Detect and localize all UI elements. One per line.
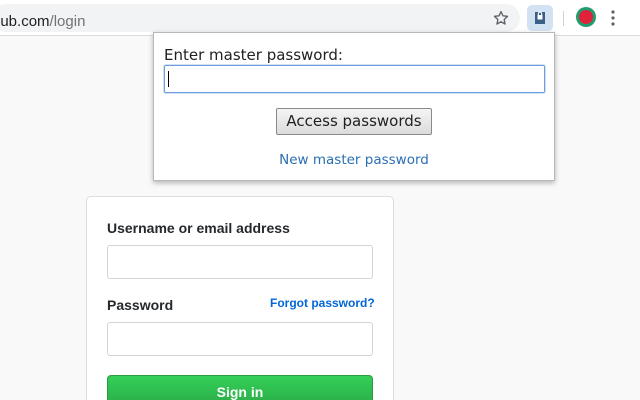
- browser-toolbar: hub.com/login: [0, 0, 640, 36]
- forgot-password-link[interactable]: Forgot password?: [270, 295, 375, 311]
- toolbar-divider: [563, 11, 564, 26]
- login-form-card: Username or email address Password Forgo…: [86, 196, 394, 400]
- access-passwords-button[interactable]: Access passwords: [276, 108, 432, 135]
- password-input[interactable]: [107, 322, 373, 356]
- new-master-password-link[interactable]: New master password: [154, 152, 554, 168]
- address-bar[interactable]: hub.com/login: [0, 4, 520, 32]
- popup-title: Enter master password:: [164, 46, 343, 64]
- username-input[interactable]: [107, 245, 373, 279]
- password-extension-button[interactable]: [527, 5, 553, 31]
- master-password-popup: Enter master password: Access passwords …: [153, 32, 555, 181]
- text-caret: [168, 71, 169, 87]
- lock-extension-icon: [533, 10, 547, 26]
- profile-avatar-icon[interactable]: [575, 6, 597, 28]
- master-password-input[interactable]: [164, 65, 545, 93]
- star-icon[interactable]: [492, 9, 510, 27]
- kebab-menu-icon[interactable]: [610, 9, 616, 27]
- username-label: Username or email address: [107, 220, 290, 236]
- password-label: Password: [107, 297, 174, 313]
- url-text[interactable]: hub.com/login: [0, 13, 85, 31]
- url-host: hub.com: [0, 13, 50, 30]
- sign-in-button[interactable]: Sign in: [107, 375, 373, 400]
- url-path: /login: [49, 13, 86, 30]
